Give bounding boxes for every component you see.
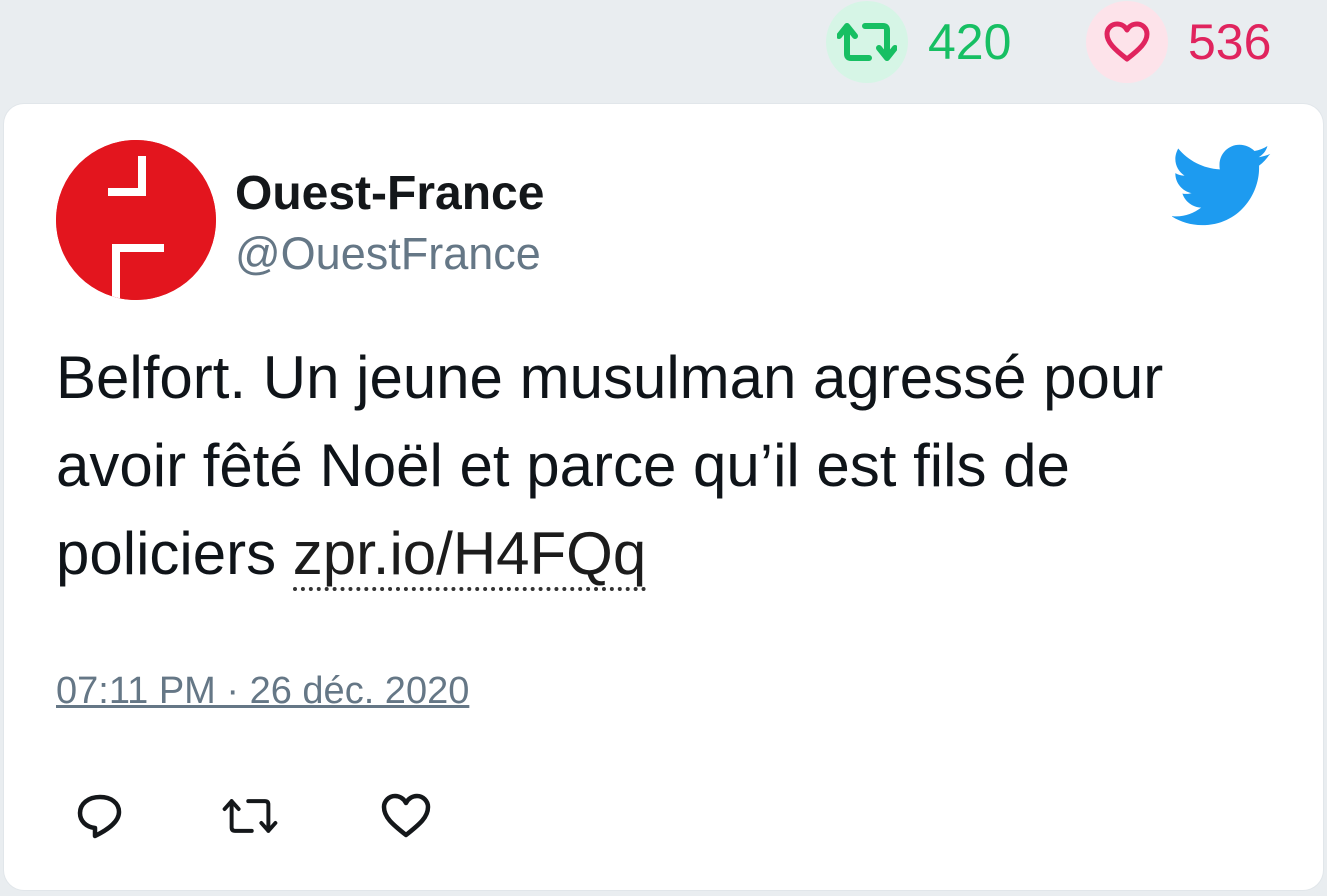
- like-count: 536: [1188, 14, 1272, 70]
- display-name[interactable]: Ouest-France: [235, 166, 544, 221]
- tweet-text: Belfort. Un jeune musulman agressé pour …: [56, 334, 1276, 598]
- retweet-count: 420: [928, 14, 1012, 70]
- twitter-bird-icon[interactable]: [1171, 144, 1272, 228]
- avatar[interactable]: [56, 140, 216, 300]
- reply-icon: [77, 794, 122, 839]
- retweet-button[interactable]: [222, 788, 278, 844]
- heart-icon: [381, 793, 431, 838]
- retweet-icon: [222, 799, 278, 833]
- reply-button[interactable]: [72, 788, 128, 844]
- tweet-card: Ouest-France @OuestFrance Belfort. Un je…: [4, 104, 1323, 890]
- retweet-stat[interactable]: 420: [826, 0, 1011, 84]
- like-stat[interactable]: 536: [1086, 0, 1271, 84]
- retweet-icon[interactable]: [826, 1, 908, 83]
- engagement-bar: 420 536: [0, 0, 1327, 100]
- heart-icon[interactable]: [1086, 1, 1168, 83]
- like-button[interactable]: [378, 788, 434, 844]
- ouest-france-logo: [56, 140, 216, 300]
- tweet-timestamp[interactable]: 07:11 PM · 26 déc. 2020: [56, 670, 469, 713]
- tweet-link[interactable]: zpr.io/H4FQq: [292, 520, 647, 591]
- user-handle[interactable]: @OuestFrance: [235, 228, 541, 280]
